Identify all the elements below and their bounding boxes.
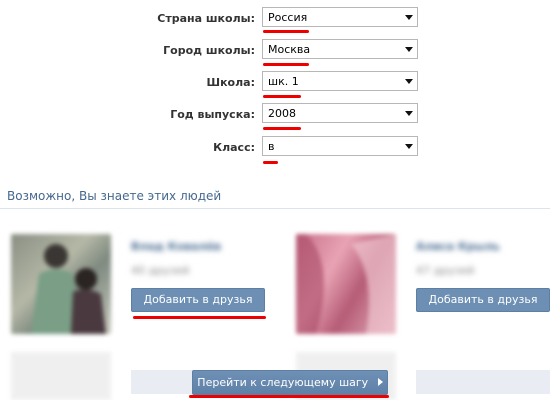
person-name[interactable]: Алиса Крыль bbox=[416, 240, 500, 253]
highlight-underline bbox=[263, 63, 309, 66]
school-value: шк. 1 bbox=[268, 75, 299, 88]
person-friends-count: 47 друзей bbox=[416, 264, 475, 277]
year-select[interactable]: 2008 bbox=[262, 103, 418, 123]
chevron-down-icon bbox=[405, 144, 413, 149]
year-value: 2008 bbox=[268, 107, 296, 120]
highlight-underline bbox=[263, 95, 301, 98]
arrow-right-icon bbox=[377, 378, 383, 386]
person-friends-count: 40 друзей bbox=[131, 264, 190, 277]
chevron-down-icon bbox=[405, 79, 413, 84]
school-select[interactable]: шк. 1 bbox=[262, 71, 418, 91]
add-friend-button bbox=[416, 370, 550, 394]
chevron-down-icon bbox=[405, 15, 413, 20]
class-value: в bbox=[268, 140, 275, 153]
highlight-underline bbox=[189, 395, 389, 398]
page: { "form": { "fields": [ {"label": "Стран… bbox=[0, 0, 550, 400]
suggestions-title: Возможно, Вы знаете этих людей bbox=[7, 189, 222, 203]
chevron-down-icon bbox=[405, 111, 413, 116]
add-friend-button[interactable]: Добавить в друзья bbox=[131, 288, 265, 312]
form-row-class: Класс: в bbox=[0, 136, 550, 160]
highlight-underline bbox=[263, 161, 278, 164]
next-step-label: Перейти к следующему шагу bbox=[197, 376, 369, 389]
add-friend-button[interactable]: Добавить в друзья bbox=[416, 288, 550, 312]
form-row-year: Год выпуска: 2008 bbox=[0, 103, 550, 127]
form-row-country: Страна школы: Россия bbox=[0, 7, 550, 31]
city-value: Москва bbox=[268, 43, 311, 56]
highlight-underline bbox=[133, 316, 266, 319]
country-select[interactable]: Россия bbox=[262, 7, 418, 27]
year-label: Год выпуска: bbox=[170, 108, 255, 121]
highlight-underline bbox=[263, 30, 309, 33]
section-divider bbox=[0, 208, 550, 209]
form-row-school: Школа: шк. 1 bbox=[0, 71, 550, 95]
next-step-button[interactable]: Перейти к следующему шагу bbox=[192, 370, 388, 395]
person-avatar[interactable] bbox=[296, 234, 396, 334]
chevron-down-icon bbox=[405, 47, 413, 52]
class-label: Класс: bbox=[213, 141, 255, 154]
person-avatar bbox=[11, 352, 111, 400]
person-avatar[interactable] bbox=[11, 234, 111, 334]
school-label: Школа: bbox=[206, 76, 256, 89]
country-label: Страна школы: bbox=[157, 12, 255, 25]
person-name[interactable]: Влад Ковалёв bbox=[131, 240, 221, 253]
city-select[interactable]: Москва bbox=[262, 39, 418, 59]
form-row-city: Город школы: Москва bbox=[0, 39, 550, 63]
highlight-underline bbox=[263, 127, 301, 130]
country-value: Россия bbox=[268, 11, 308, 24]
city-label: Город школы: bbox=[163, 44, 255, 57]
class-select[interactable]: в bbox=[262, 136, 418, 156]
